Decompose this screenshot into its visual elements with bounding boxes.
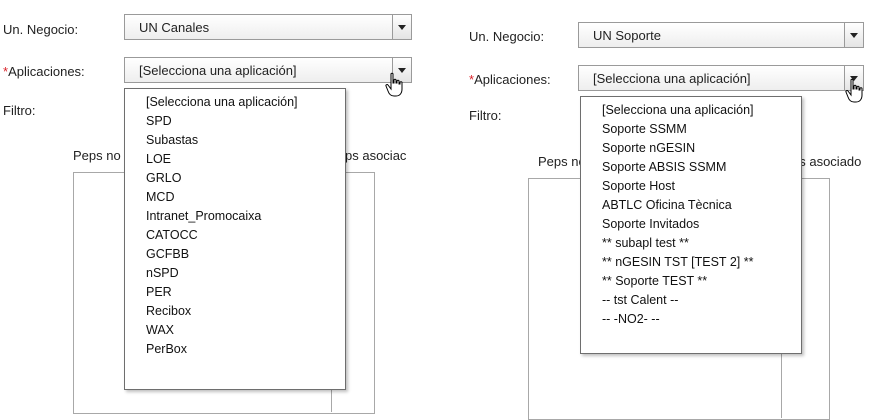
dropdown-option[interactable]: Soporte SSMM: [581, 120, 801, 139]
un-negocio-value: UN Soporte: [593, 28, 661, 43]
dropdown-option[interactable]: ** nGESIN TST [TEST 2] **: [581, 253, 801, 272]
dropdown-option[interactable]: Soporte Invitados: [581, 215, 801, 234]
peps-no-asociados-label: Peps no: [73, 148, 121, 163]
chevron-down-icon[interactable]: [844, 23, 863, 47]
aplicaciones-value: [Selecciona una aplicación]: [593, 71, 751, 86]
aplicaciones-label: *Aplicaciones:: [3, 64, 85, 79]
filtro-label: Filtro:: [469, 108, 502, 123]
aplicaciones-select[interactable]: [Selecciona una aplicación]: [124, 57, 412, 83]
dropdown-option[interactable]: -- tst Calent --: [581, 291, 801, 310]
dropdown-option[interactable]: CATOCC: [125, 226, 345, 245]
dropdown-option[interactable]: MCD: [125, 188, 345, 207]
hand-pointer-icon: [845, 78, 863, 103]
dropdown-option[interactable]: Soporte nGESIN: [581, 139, 801, 158]
dropdown-option[interactable]: LOE: [125, 150, 345, 169]
peps-asociados-label: ps asociac: [345, 148, 407, 163]
un-negocio-value: UN Canales: [139, 20, 210, 35]
chevron-down-icon[interactable]: [392, 15, 411, 39]
dropdown-option[interactable]: PER: [125, 283, 345, 302]
peps-asociados-label: ps asociado: [792, 154, 862, 169]
dropdown-option[interactable]: ABTLC Oficina Tècnica: [581, 196, 801, 215]
filtro-label: Filtro:: [3, 103, 36, 118]
hand-pointer-icon: [385, 72, 403, 97]
right-panel: Un. Negocio: UN Soporte *Aplicaciones: […: [458, 0, 874, 420]
aplicaciones-dropdown-list[interactable]: [Selecciona una aplicación] SPD Subastas LO…: [124, 88, 346, 390]
dropdown-option[interactable]: Soporte ABSIS SSMM: [581, 158, 801, 177]
dropdown-option[interactable]: WAX: [125, 321, 345, 340]
un-negocio-label: Un. Negocio:: [469, 29, 545, 44]
aplicaciones-label-text: Aplicaciones:: [474, 72, 551, 87]
peps-no-asociados-label: Peps no: [538, 154, 586, 169]
dropdown-option[interactable]: Soporte Host: [581, 177, 801, 196]
aplicaciones-value: [Selecciona una aplicación]: [139, 63, 297, 78]
dropdown-option[interactable]: Recibox: [125, 302, 345, 321]
dropdown-option[interactable]: ** Soporte TEST **: [581, 272, 801, 291]
aplicaciones-select[interactable]: [Selecciona una aplicación]: [578, 65, 864, 91]
aplicaciones-dropdown-list[interactable]: [Selecciona una aplicación] Soporte SSMM S…: [580, 96, 802, 354]
dropdown-option[interactable]: Subastas: [125, 131, 345, 150]
dropdown-option[interactable]: GRLO: [125, 169, 345, 188]
dropdown-option[interactable]: nSPD: [125, 264, 345, 283]
un-negocio-label: Un. Negocio:: [3, 22, 79, 37]
dropdown-option[interactable]: [Selecciona una aplicación]: [125, 93, 345, 112]
un-negocio-select[interactable]: UN Canales: [124, 14, 412, 40]
left-panel: Un. Negocio: UN Canales *Aplicaciones: […: [0, 0, 430, 414]
dropdown-option[interactable]: Intranet_Promocaixa: [125, 207, 345, 226]
dropdown-option[interactable]: GCFBB: [125, 245, 345, 264]
dropdown-option[interactable]: SPD: [125, 112, 345, 131]
dropdown-option[interactable]: ** subapl test **: [581, 234, 801, 253]
dropdown-option[interactable]: [Selecciona una aplicación]: [581, 101, 801, 120]
dropdown-option[interactable]: PerBox: [125, 340, 345, 359]
un-negocio-select[interactable]: UN Soporte: [578, 22, 864, 48]
aplicaciones-label-text: Aplicaciones:: [8, 64, 85, 79]
dropdown-option[interactable]: -- -NO2- --: [581, 310, 801, 329]
aplicaciones-label: *Aplicaciones:: [469, 72, 551, 87]
